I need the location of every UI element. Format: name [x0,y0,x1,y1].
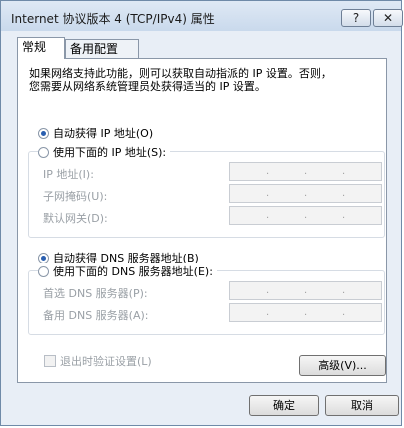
subnet-mask-input[interactable]: ... [229,184,382,203]
preferred-dns-label: 首选 DNS 服务器(P): [43,287,148,300]
alternate-dns-label: 备用 DNS 服务器(A): [43,309,149,322]
help-button[interactable]: ? [341,9,371,27]
default-gateway-label: 默认网关(D): [43,212,108,225]
window-title: Internet 协议版本 4 (TCP/IPv4) 属性 [11,12,215,26]
dns-manual-label: 使用下面的 DNS 服务器地址(E): [53,265,213,278]
ip-address-input[interactable]: ... [229,162,382,181]
dns-manual-radio[interactable] [38,266,49,277]
ip-auto-radio[interactable] [38,128,49,139]
dns-manual-option[interactable]: 使用下面的 DNS 服务器地址(E): [38,263,217,279]
ip-address-label: IP 地址(I): [43,168,94,181]
help-icon: ? [352,11,360,25]
ip-auto-label: 自动获得 IP 地址(O) [53,127,154,140]
description-text: 如果网络支持此功能，则可以获取自动指派的 IP 设置。否则， 您需要从网络系统管… [29,67,332,93]
advanced-button[interactable]: 高级(V)... [299,355,386,376]
validate-on-exit-checkbox[interactable] [44,355,56,367]
preferred-dns-input[interactable]: ... [229,281,382,300]
close-button[interactable]: ✕ [373,9,403,27]
dns-manual-group: 首选 DNS 服务器(P): ... 备用 DNS 服务器(A): ... [28,270,385,335]
close-icon: ✕ [382,11,394,25]
tab-alternate-config[interactable]: 备用配置 [65,39,139,59]
ip-manual-radio[interactable] [38,147,49,158]
validate-on-exit-option[interactable]: 退出时验证设置(L) [44,353,152,369]
cancel-button[interactable]: 取消 [325,395,399,416]
subnet-mask-label: 子网掩码(U): [43,190,108,203]
title-bar: Internet 协议版本 4 (TCP/IPv4) 属性 ? ✕ [1,1,403,31]
default-gateway-input[interactable]: ... [229,206,382,225]
ok-button[interactable]: 确定 [249,395,319,416]
general-panel: 如果网络支持此功能，则可以获取自动指派的 IP 设置。否则， 您需要从网络系统管… [17,58,387,383]
tab-general[interactable]: 常规 [17,37,65,59]
ip-manual-label: 使用下面的 IP 地址(S): [53,146,167,159]
ip-manual-option[interactable]: 使用下面的 IP 地址(S): [38,144,171,160]
ip-manual-group: IP 地址(I): ... 子网掩码(U): ... 默认网关(D): ... [28,151,385,238]
dialog-window: Internet 协议版本 4 (TCP/IPv4) 属性 ? ✕ 常规 备用配… [0,0,403,426]
validate-on-exit-label: 退出时验证设置(L) [60,355,152,368]
ip-auto-option[interactable]: 自动获得 IP 地址(O) [38,125,158,141]
alternate-dns-input[interactable]: ... [229,303,382,322]
